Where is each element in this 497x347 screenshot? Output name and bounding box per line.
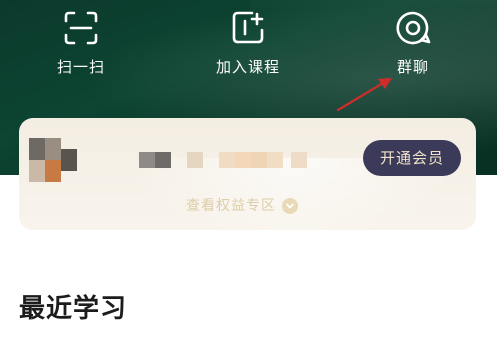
chevron-down-icon xyxy=(282,198,298,214)
view-benefits-label: 查看权益专区 xyxy=(186,198,276,214)
scan-icon xyxy=(64,11,98,45)
add-course-label: 加入课程 xyxy=(215,58,280,76)
group-chat-action[interactable]: 群聊 xyxy=(363,8,463,77)
scan-label: 扫一扫 xyxy=(56,58,105,76)
scan-action[interactable]: 扫一扫 xyxy=(31,8,131,77)
view-benefits-link[interactable]: 查看权益专区 xyxy=(186,196,298,216)
chat-bubble-icon xyxy=(396,11,431,45)
join-membership-button[interactable]: 开通会员 xyxy=(363,140,461,176)
add-course-icon xyxy=(232,11,264,44)
member-card: 开通会员 查看权益专区 xyxy=(19,118,476,230)
add-course-action[interactable]: 加入课程 xyxy=(198,8,298,77)
avatar xyxy=(29,138,77,182)
annotation-arrow xyxy=(336,78,392,112)
recent-study-title: 最近学习 xyxy=(19,294,128,324)
